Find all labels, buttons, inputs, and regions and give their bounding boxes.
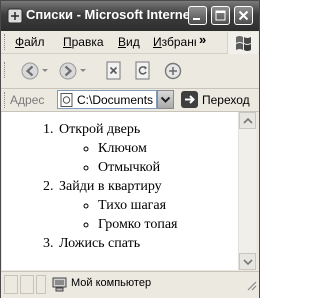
address-dropdown-button[interactable] xyxy=(157,90,174,109)
maximize-button[interactable] xyxy=(211,6,230,25)
address-label-start: А xyxy=(10,93,19,107)
chevron-down-icon xyxy=(160,96,171,103)
menu-favorites-label: збранное xyxy=(161,35,196,49)
stop-icon xyxy=(106,61,121,80)
go-label: Переход xyxy=(202,93,250,107)
minimize-icon xyxy=(193,18,200,20)
home-button[interactable] xyxy=(163,61,183,86)
menu-file[interactable]: Файл xyxy=(15,35,45,49)
security-zone: Мой компьютер xyxy=(48,275,208,294)
menu-bar: Файл Правка Вид Избранное » xyxy=(1,31,259,54)
ordered-list-container: Открой дверь Ключом Отмычкой Зайди в ква… xyxy=(2,112,238,253)
menu-file-label: айл xyxy=(24,35,45,49)
menu-grip[interactable] xyxy=(4,34,8,50)
home-icon xyxy=(164,62,182,80)
nested-list-item: Громко топая xyxy=(98,215,238,234)
list-item-text: Открой дверь xyxy=(59,122,141,137)
scroll-down-button[interactable] xyxy=(239,253,256,270)
nested-list-item: Тихо шагая xyxy=(98,196,238,215)
status-bar: Мой компьютер xyxy=(1,271,259,298)
menu-file-accel: Ф xyxy=(15,35,25,49)
address-label-end: рес xyxy=(25,93,45,107)
window-title: Списки - Microsoft Internet Explorer xyxy=(26,7,191,22)
list-item: Ложись спать xyxy=(57,234,238,253)
toolbar-grip[interactable] xyxy=(4,62,8,78)
list-item: Открой дверь Ключом Отмычкой xyxy=(57,120,238,177)
close-button[interactable] xyxy=(234,6,253,25)
page-content: Открой дверь Ключом Отмычкой Зайди в ква… xyxy=(2,112,238,270)
nested-list-item: Отмычкой xyxy=(98,158,238,177)
back-button[interactable] xyxy=(20,61,50,86)
resize-grip[interactable] xyxy=(245,278,257,296)
list-item-text: Зайди в квартиру xyxy=(59,179,162,194)
menu-view[interactable]: Вид xyxy=(118,35,140,49)
nested-list: Ключом Отмычкой xyxy=(59,139,238,177)
address-field[interactable] xyxy=(57,90,157,109)
address-input[interactable] xyxy=(77,91,156,108)
menu-edit[interactable]: Правка xyxy=(63,35,104,49)
address-label-accel: д xyxy=(18,93,26,107)
ordered-list: Открой дверь Ключом Отмычкой Зайди в ква… xyxy=(2,120,238,253)
scroll-up-button[interactable] xyxy=(239,112,256,129)
arrow-down-icon xyxy=(243,259,253,266)
menu-view-label: ид xyxy=(126,35,140,49)
windows-logo-icon xyxy=(227,32,258,54)
status-cell xyxy=(4,275,18,294)
menu-edit-label: равка xyxy=(71,35,104,49)
menu-overflow-chevron[interactable]: » xyxy=(199,32,206,47)
nested-list-item: Ключом xyxy=(98,139,238,158)
address-label: Адрес xyxy=(10,93,44,107)
menu-view-accel: В xyxy=(118,35,127,49)
list-item: Зайди в квартиру Тихо шагая Громко топая xyxy=(57,177,238,234)
menu-edit-accel: П xyxy=(63,35,72,49)
nested-list: Тихо шагая Громко топая xyxy=(59,196,238,234)
address-grip[interactable] xyxy=(4,92,8,108)
list-item-text: Ложись спать xyxy=(59,236,141,251)
vertical-scrollbar[interactable] xyxy=(238,112,256,270)
my-computer-icon xyxy=(51,277,68,297)
maximize-icon xyxy=(215,10,226,21)
status-cell xyxy=(20,275,34,294)
title-bar[interactable]: Списки - Microsoft Internet Explorer xyxy=(1,1,259,31)
menu-favorites[interactable]: Избранное xyxy=(153,35,196,49)
forward-button[interactable] xyxy=(58,61,88,86)
go-button[interactable]: Переход xyxy=(179,90,257,110)
back-icon xyxy=(21,62,48,80)
address-bar: Адрес Переход xyxy=(1,89,259,112)
standard-toolbar xyxy=(1,54,259,89)
stop-button[interactable] xyxy=(105,61,123,86)
minimize-button[interactable] xyxy=(188,6,207,25)
close-icon xyxy=(238,10,249,21)
go-arrow-icon xyxy=(181,91,198,108)
ie-app-icon xyxy=(7,8,23,24)
status-cell xyxy=(36,275,46,294)
refresh-icon xyxy=(135,61,150,80)
browser-window: Списки - Microsoft Internet Explorer Фай… xyxy=(0,0,260,298)
menu-favorites-accel: И xyxy=(153,35,162,49)
page-icon xyxy=(60,93,74,108)
arrow-up-icon xyxy=(243,117,253,124)
refresh-button[interactable] xyxy=(134,61,152,86)
forward-icon xyxy=(59,62,86,80)
zone-text: Мой компьютер xyxy=(71,277,152,289)
